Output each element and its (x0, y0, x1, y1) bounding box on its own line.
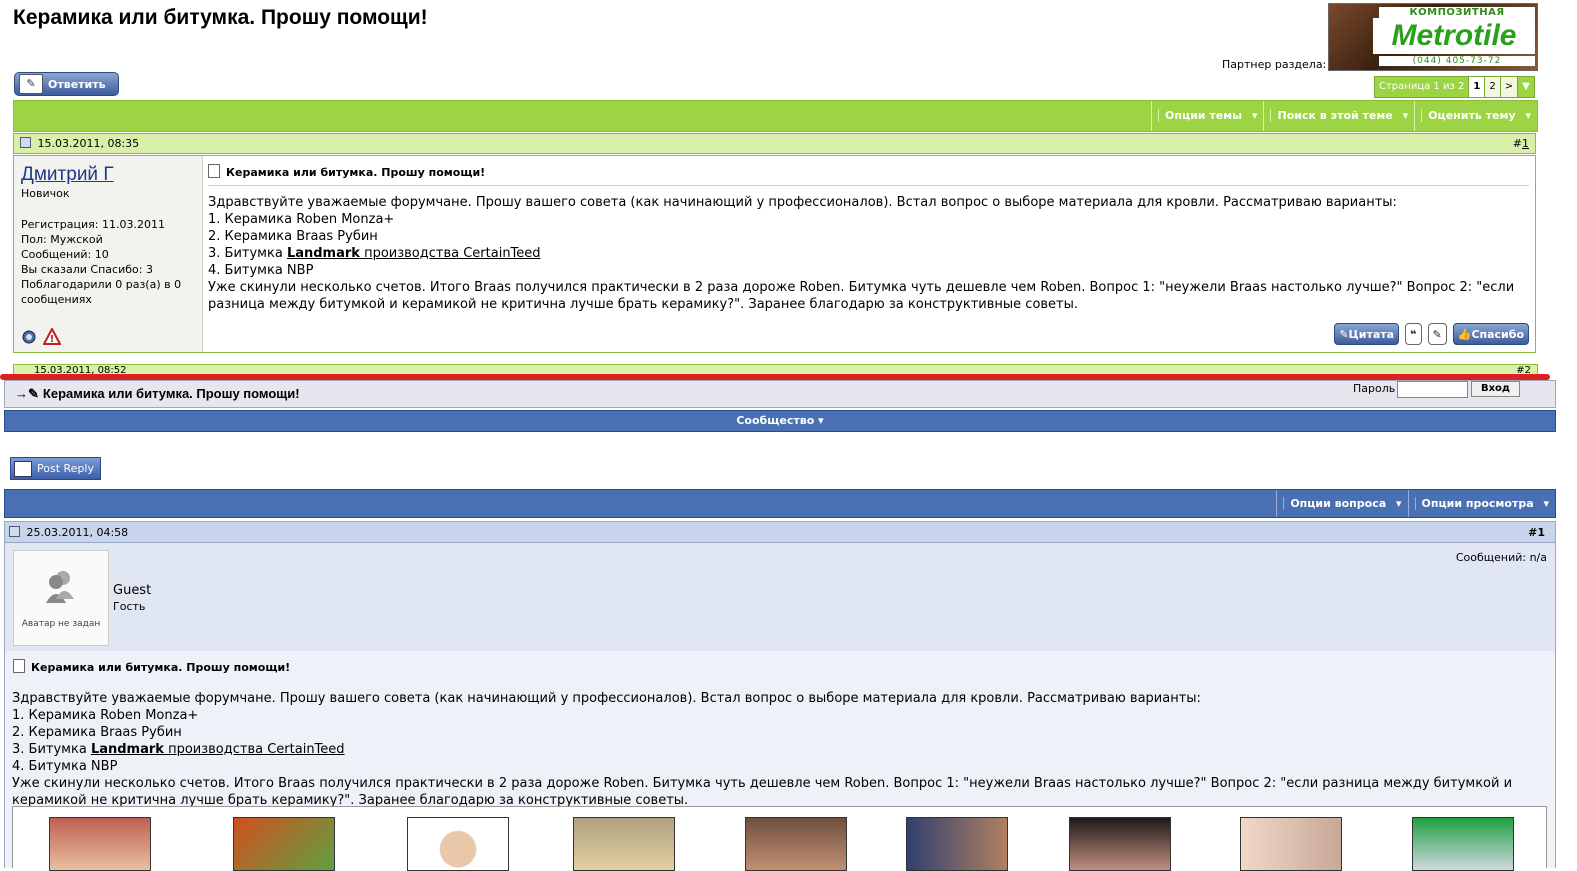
svg-text:!: ! (50, 334, 55, 345)
ad-thumbnail[interactable] (906, 817, 1008, 871)
post-header: 15.03.2011, 08:35 #1 (13, 133, 1536, 154)
edit-icon: ✎ (28, 386, 39, 401)
login-button[interactable]: Вход (1471, 381, 1520, 397)
partner-logo[interactable]: КОМПОЗИТНАЯ ЧЕРЕПИЦА Metrotile (044) 405… (1328, 3, 1538, 71)
post-actions: ✎ Цитата ❝ ✎ 👍 Спасибо (1334, 323, 1529, 345)
thread-toolbar: Опции темы ▾ Поиск в этой теме ▾ Оценить… (13, 100, 1538, 132)
thread-title-row: →✎ Керамика или битумка. Прошу помощи! Па… (4, 380, 1556, 408)
ad-thumbnail[interactable] (573, 817, 675, 871)
ad-thumbnail[interactable] (1240, 817, 1342, 871)
author-stats: Регистрация: 11.03.2011 Пол: Мужской Соо… (21, 218, 182, 306)
question-options-menu[interactable]: Опции вопроса ▾ (1276, 490, 1407, 517)
reply-button-label: Ответить (48, 77, 106, 91)
guest-rank: Гость (113, 600, 146, 613)
post-message: Керамика или битумка. Прошу помощи! Здра… (208, 156, 1529, 352)
guest-message-title: Керамика или битумка. Прошу помощи! (13, 659, 290, 674)
arrow-icon: → (15, 386, 28, 401)
guest-post-number[interactable]: #1 (1528, 522, 1545, 543)
guest-author-panel: Аватар не задан Guest Гость Сообщений: n… (4, 543, 1556, 651)
ad-thumbnails (12, 806, 1547, 871)
ad-thumbnail[interactable] (1069, 817, 1171, 871)
ad-thumbnail[interactable] (745, 817, 847, 871)
reply-button[interactable]: ✎ Ответить (14, 72, 119, 96)
thanks-button[interactable]: 👍 Спасибо (1452, 323, 1529, 345)
guest-message-text: Здравствуйте уважаемые форумчане. Прошу … (12, 691, 1513, 808)
ad-thumbnail[interactable] (1412, 817, 1514, 871)
pagination: Страница 1 из 2 1 2 > ▼ (1374, 76, 1535, 98)
logo-brand: Metrotile (1373, 18, 1535, 54)
logo-phone: (044) 405-73-72 (1379, 56, 1535, 66)
thread-options-menu[interactable]: Опции темы ▾ (1151, 101, 1263, 131)
view-options-menu[interactable]: Опции просмотра ▾ (1407, 490, 1555, 517)
post-status-icon (20, 137, 31, 148)
page-title: Керамика или битумка. Прошу помощи! (13, 6, 428, 29)
post-date: 15.03.2011, 08:35 (37, 137, 140, 150)
user-silhouette-icon (46, 571, 74, 603)
guest-message-count: Сообщений: n/a (1455, 551, 1547, 564)
pager-page-1[interactable]: 1 (1468, 77, 1485, 97)
author-link[interactable]: Дмитрий Г (21, 164, 114, 186)
post-reply-button[interactable]: Post Reply (10, 457, 101, 480)
online-status-icon (22, 330, 36, 344)
document-icon (13, 659, 25, 673)
ad-thumbnail[interactable] (407, 817, 509, 871)
pager-next[interactable]: > (1499, 77, 1518, 97)
password-input[interactable] (1397, 381, 1468, 398)
thread-title: →✎ Керамика или битумка. Прошу помощи! (15, 386, 300, 401)
question-toolbar: Опции вопроса ▾ Опции просмотра ▾ (4, 489, 1556, 518)
pencil-icon: ✎ (19, 74, 43, 94)
post-number[interactable]: #1 (1513, 134, 1529, 154)
landmark-link[interactable]: Landmark производства CertainTeed (287, 246, 541, 261)
partner-label: Партнер раздела: (1222, 58, 1327, 71)
avatar: Аватар не задан (13, 550, 109, 646)
report-warning-icon[interactable]: ! (43, 328, 61, 345)
password-label: Пароль (1353, 382, 1396, 395)
author-rank: Новичок (21, 187, 70, 200)
message-title: Керамика или битумка. Прошу помощи! (208, 164, 485, 179)
post-body: Дмитрий Г Новичок Регистрация: 11.03.201… (13, 155, 1536, 353)
guest-name: Guest (113, 583, 152, 598)
ad-thumbnail[interactable] (233, 817, 335, 871)
pager-menu-chevron-icon[interactable]: ▼ (1517, 77, 1534, 97)
post-status-icon (9, 526, 20, 537)
multi-quote-icon[interactable]: ❝ (1405, 323, 1422, 345)
pager-info: Страница 1 из 2 (1379, 81, 1465, 92)
pager-page-2[interactable]: 2 (1484, 77, 1500, 97)
post-author-panel: Дмитрий Г Новичок Регистрация: 11.03.201… (14, 156, 203, 352)
landmark-link[interactable]: Landmark производства CertainTeed (91, 742, 345, 757)
thread-search-menu[interactable]: Поиск в этой теме ▾ (1263, 101, 1414, 131)
document-icon (208, 164, 220, 178)
pencil-icon (14, 460, 32, 477)
quote-button[interactable]: ✎ Цитата (1334, 323, 1400, 345)
community-menu[interactable]: Сообщество ▾ (4, 410, 1556, 432)
ad-thumbnail[interactable] (49, 817, 151, 871)
message-text: Здравствуйте уважаемые форумчане. Прошу … (208, 195, 1515, 312)
guest-post-header: 25.03.2011, 04:58 #1 (4, 521, 1556, 543)
quick-reply-icon[interactable]: ✎ (1427, 323, 1447, 345)
thread-rate-menu[interactable]: Оценить тему ▾ (1414, 101, 1537, 131)
